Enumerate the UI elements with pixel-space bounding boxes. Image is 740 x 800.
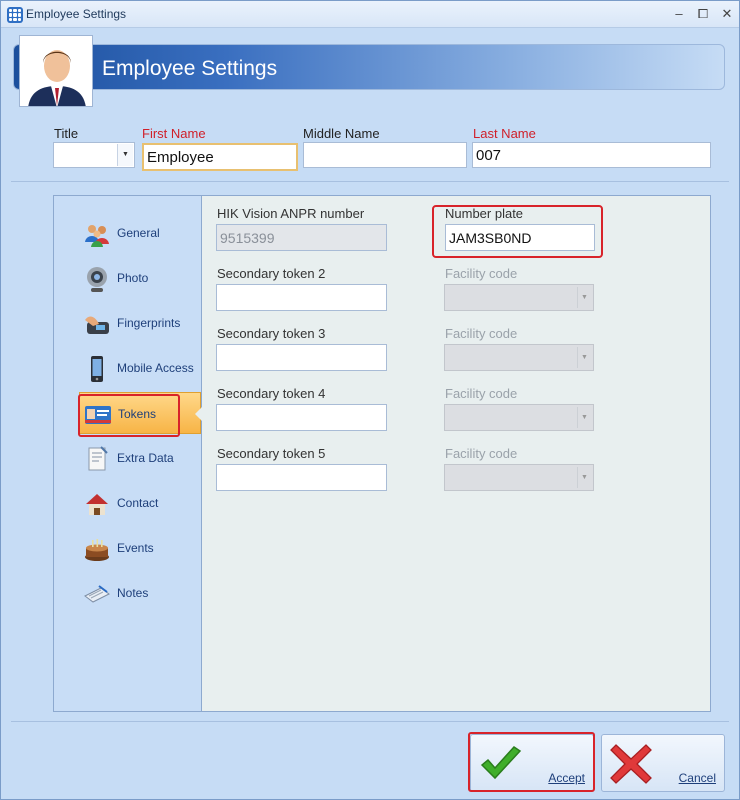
sidebar-item-label: Events [117,541,154,555]
sidebar-item-label: General [117,226,160,240]
sidebar-item-label: Notes [117,586,149,600]
sidebar-item-label: Tokens [118,407,157,421]
secondary-token-3-input[interactable] [216,344,387,371]
title-label: Title [54,126,79,141]
sidebar-item-label: Mobile Access [117,361,194,375]
facility-code-select: ▼ [444,404,594,431]
secondary-token-2-input[interactable] [216,284,387,311]
sidebar-item-label: Fingerprints [117,316,181,330]
divider [11,721,729,722]
sidebar-item-photo[interactable]: Photo [79,257,201,299]
facility-code-label: Facility code [445,266,518,281]
middle-name-label: Middle Name [303,126,380,141]
employee-settings-window: Employee Settings – ⧠ ✕ Employee Setting… [0,0,740,800]
secondary-token-4-label: Secondary token 4 [217,386,326,401]
facility-code-select: ▼ [444,284,594,311]
title-select[interactable]: ▼ [53,142,135,168]
secondary-token-2-label: Secondary token 2 [217,266,326,281]
sidebar-item-label: Photo [117,271,149,285]
facility-code-label: Facility code [445,446,518,461]
sidebar-item-extra-data[interactable]: Extra Data [79,437,201,479]
restore-button[interactable]: ⧠ [693,5,713,23]
fingerprint-reader-icon [85,316,109,334]
last-name-label: Last Name [473,126,536,141]
chevron-down-icon: ▼ [117,144,133,166]
house-icon [86,494,108,515]
middle-name-input[interactable] [303,142,467,168]
facility-code-select: ▼ [444,344,594,371]
active-tab-pointer [195,406,203,422]
secondary-token-5-input[interactable] [216,464,387,491]
accept-label: Accept [548,771,585,785]
secondary-token-5-label: Secondary token 5 [217,446,326,461]
id-card-icon [85,406,111,424]
sidebar-item-tokens[interactable]: Tokens [79,392,201,434]
first-name-label: First Name [142,126,206,141]
sidebar-item-general[interactable]: General [79,212,201,254]
sidebar-item-label: Contact [117,496,159,510]
page-title: Employee Settings [102,57,278,80]
people-icon [85,225,109,247]
first-name-input[interactable]: Employee [142,143,298,171]
chevron-down-icon: ▼ [577,407,591,428]
cancel-label: Cancel [678,771,716,785]
window-title: Employee Settings [26,7,127,21]
number-plate-input[interactable]: JAM3SB0ND [445,224,595,251]
employee-avatar-icon [19,35,93,107]
secondary-token-3-label: Secondary token 3 [217,326,326,341]
facility-code-label: Facility code [445,386,518,401]
checkmark-icon [480,746,522,780]
divider [11,181,729,182]
mobile-phone-icon [91,356,103,382]
sidebar-item-contact[interactable]: Contact [79,482,201,524]
cancel-button[interactable]: Cancel [601,734,725,792]
notepad-icon [88,446,108,471]
sidebar-item-events[interactable]: Events [79,527,201,569]
chevron-down-icon: ▼ [577,287,591,308]
secondary-token-4-input[interactable] [216,404,387,431]
facility-code-label: Facility code [445,326,518,341]
app-grid-icon [7,7,23,23]
title-bar: Employee Settings – ⧠ ✕ [1,1,739,28]
last-name-input[interactable]: 007 [472,142,711,168]
chevron-down-icon: ▼ [577,467,591,488]
sidebar-item-mobile-access[interactable]: Mobile Access [79,347,201,389]
anpr-input: 9515399 [216,224,387,251]
red-x-icon [610,744,652,784]
close-button[interactable]: ✕ [717,5,737,23]
accept-button[interactable]: Accept [470,734,594,792]
sidebar-item-label: Extra Data [117,451,174,465]
minimize-button[interactable]: – [669,5,689,23]
chevron-down-icon: ▼ [577,347,591,368]
number-plate-label: Number plate [445,206,524,221]
facility-code-select: ▼ [444,464,594,491]
sidebar-item-notes[interactable]: Notes [79,572,201,614]
webcam-icon [87,267,107,292]
anpr-label: HIK Vision ANPR number [217,206,365,221]
sidebar-item-fingerprints[interactable]: Fingerprints [79,302,201,344]
notebook-icon [84,585,110,603]
cake-icon [85,539,109,561]
